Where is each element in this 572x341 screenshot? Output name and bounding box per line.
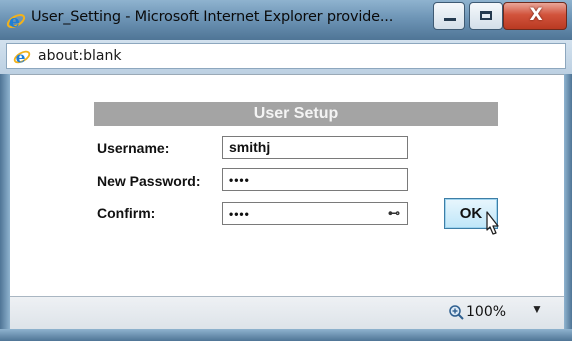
username-input[interactable]: smithj — [222, 136, 408, 159]
zoom-level[interactable]: 100% — [466, 304, 506, 320]
window-title: User_Setting - Microsoft Internet Explor… — [31, 9, 394, 25]
zoom-dropdown-icon[interactable]: ▼ — [531, 302, 543, 316]
window-frame-bottom — [0, 329, 572, 341]
user-setup-header: User Setup — [94, 102, 498, 126]
page-content: User Setup Username: smithj New Password… — [10, 74, 564, 297]
browser-window: e User_Setting - Microsoft Internet Expl… — [0, 0, 572, 341]
ie-logo-icon: e — [6, 12, 26, 31]
ie-logo-icon: e — [13, 48, 31, 66]
address-field[interactable]: e about:blank — [6, 43, 566, 69]
pointer-cursor-icon — [486, 211, 499, 235]
confirm-label: Confirm: — [97, 205, 156, 221]
new-password-input[interactable]: •••• — [222, 168, 408, 191]
status-bar: 100% ▼ — [10, 296, 564, 329]
close-button[interactable]: X — [503, 2, 567, 30]
minimize-button[interactable] — [433, 2, 465, 30]
new-password-label: New Password: — [97, 173, 201, 189]
minimize-icon — [444, 18, 456, 21]
close-icon: X — [529, 5, 543, 25]
confirm-password-value: •••• — [229, 207, 250, 221]
svg-text:e: e — [9, 12, 20, 31]
window-frame-left — [0, 74, 10, 341]
password-reveal-icon[interactable]: ⊷ — [388, 206, 401, 220]
svg-text:e: e — [16, 48, 26, 66]
address-url: about:blank — [38, 48, 122, 64]
maximize-button[interactable] — [469, 2, 503, 30]
title-bar[interactable]: e User_Setting - Microsoft Internet Expl… — [0, 0, 572, 40]
address-bar: e about:blank — [0, 40, 572, 74]
username-label: Username: — [97, 140, 170, 156]
confirm-password-input[interactable]: •••• ⊷ — [222, 202, 408, 225]
maximize-icon — [480, 11, 492, 20]
window-frame-right — [564, 74, 572, 341]
zoom-magnifier-icon[interactable] — [448, 304, 464, 320]
